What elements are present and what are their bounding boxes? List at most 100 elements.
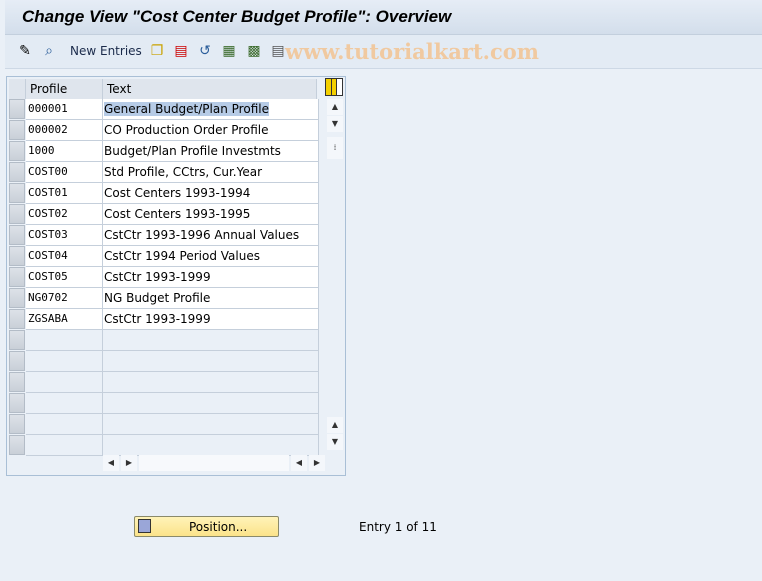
table-row[interactable]: COST04 CstCtr 1994 Period Values [9, 246, 319, 267]
empty-table-row[interactable] [9, 435, 319, 456]
text-cell[interactable] [103, 330, 319, 351]
row-selector[interactable] [9, 435, 25, 455]
text-cell[interactable]: CstCtr 1994 Period Values [103, 246, 319, 267]
row-selector[interactable] [9, 246, 25, 266]
display-change-icon[interactable]: ✎ [16, 42, 34, 60]
text-value: Cost Centers 1993-1994 [104, 186, 251, 200]
text-cell[interactable]: Budget/Plan Profile Investmts [103, 141, 319, 162]
position-icon [138, 519, 151, 533]
profile-cell[interactable]: COST02 [26, 204, 103, 225]
scroll-right-end-button[interactable]: ▶ [309, 455, 325, 471]
find-icon[interactable]: ⌕ [40, 42, 58, 60]
row-selector[interactable] [9, 330, 25, 350]
row-selector[interactable] [9, 414, 25, 434]
page-title: Change View "Cost Center Budget Profile"… [22, 7, 452, 26]
row-selector[interactable] [9, 351, 25, 371]
table-row[interactable]: COST02 Cost Centers 1993-1995 [9, 204, 319, 225]
empty-table-row[interactable] [9, 414, 319, 435]
profile-cell[interactable]: COST01 [26, 183, 103, 204]
text-cell[interactable]: CstCtr 1993-1999 [103, 309, 319, 330]
title-bar: Change View "Cost Center Budget Profile"… [5, 0, 762, 35]
table-row[interactable]: COST01 Cost Centers 1993-1994 [9, 183, 319, 204]
profile-cell[interactable]: 1000 [26, 141, 103, 162]
profile-cell[interactable] [26, 330, 103, 351]
profile-cell[interactable]: COST04 [26, 246, 103, 267]
profile-cell[interactable] [26, 435, 103, 456]
row-selector[interactable] [9, 309, 25, 329]
column-config-icon[interactable] [325, 78, 343, 96]
text-cell[interactable]: CO Production Order Profile [103, 120, 319, 141]
scroll-down-bottom-button[interactable]: ▼ [327, 434, 343, 450]
row-selector[interactable] [9, 141, 25, 161]
profile-cell[interactable] [26, 393, 103, 414]
profile-cell[interactable] [26, 414, 103, 435]
scroll-left-end-button[interactable]: ◀ [291, 455, 307, 471]
row-selector[interactable] [9, 120, 25, 140]
text-cell[interactable] [103, 393, 319, 414]
new-entries-button[interactable]: New Entries [70, 44, 142, 58]
text-value: Cost Centers 1993-1995 [104, 207, 251, 221]
text-cell[interactable] [103, 372, 319, 393]
select-all-cell[interactable] [9, 79, 26, 99]
profile-cell[interactable]: COST00 [26, 162, 103, 183]
text-cell[interactable] [103, 351, 319, 372]
profile-cell[interactable]: COST05 [26, 267, 103, 288]
position-button-label: Position... [189, 520, 248, 534]
profile-cell[interactable]: NG0702 [26, 288, 103, 309]
table-row[interactable]: 1000 Budget/Plan Profile Investmts [9, 141, 319, 162]
scroll-left-button[interactable]: ◀ [103, 455, 119, 471]
profile-cell[interactable]: 000002 [26, 120, 103, 141]
table-row[interactable]: COST03 CstCtr 1993-1996 Annual Values [9, 225, 319, 246]
text-cell[interactable]: CstCtr 1993-1999 [103, 267, 319, 288]
profile-cell[interactable] [26, 372, 103, 393]
profile-cell[interactable]: ZGSABA [26, 309, 103, 330]
text-cell[interactable]: NG Budget Profile [103, 288, 319, 309]
row-selector[interactable] [9, 225, 25, 245]
text-cell[interactable]: General Budget/Plan Profile [103, 99, 319, 120]
scroll-right-button[interactable]: ▶ [121, 455, 137, 471]
copy-icon[interactable]: ❐ [148, 42, 166, 60]
text-cell[interactable] [103, 414, 319, 435]
empty-table-row[interactable] [9, 351, 319, 372]
scroll-down-button[interactable]: ▼ [327, 116, 343, 132]
profile-cell[interactable]: COST03 [26, 225, 103, 246]
empty-table-row[interactable] [9, 372, 319, 393]
table-row[interactable]: 000001 General Budget/Plan Profile [9, 99, 319, 120]
delete-icon[interactable]: ▤ [172, 42, 190, 60]
vertical-scroll-thumb[interactable]: ⁞ [327, 137, 343, 159]
column-header-text[interactable]: Text [103, 79, 317, 99]
select-block-icon[interactable]: ▩ [245, 42, 263, 60]
row-selector[interactable] [9, 162, 25, 182]
table-row[interactable]: 000002 CO Production Order Profile [9, 120, 319, 141]
text-cell[interactable]: CstCtr 1993-1996 Annual Values [103, 225, 319, 246]
row-selector[interactable] [9, 99, 25, 119]
scroll-up-button[interactable]: ▲ [327, 99, 343, 115]
entry-counter: Entry 1 of 11 [359, 520, 437, 534]
table-row[interactable]: ZGSABA CstCtr 1993-1999 [9, 309, 319, 330]
row-selector[interactable] [9, 393, 25, 413]
column-header-profile[interactable]: Profile [26, 79, 103, 99]
text-cell[interactable]: Std Profile, CCtrs, Cur.Year [103, 162, 319, 183]
profile-cell[interactable] [26, 351, 103, 372]
row-selector[interactable] [9, 267, 25, 287]
table-row[interactable]: NG0702 NG Budget Profile [9, 288, 319, 309]
empty-table-row[interactable] [9, 330, 319, 351]
row-selector[interactable] [9, 372, 25, 392]
undo-icon[interactable]: ↺ [196, 42, 214, 60]
table-row[interactable]: COST00 Std Profile, CCtrs, Cur.Year [9, 162, 319, 183]
scroll-up-bottom-button[interactable]: ▲ [327, 417, 343, 433]
select-all-icon[interactable]: ▦ [220, 42, 238, 60]
text-cell[interactable]: Cost Centers 1993-1995 [103, 204, 319, 225]
text-cell[interactable]: Cost Centers 1993-1994 [103, 183, 319, 204]
horizontal-scrollbar[interactable] [139, 455, 289, 471]
profile-cell[interactable]: 000001 [26, 99, 103, 120]
text-value: CstCtr 1993-1999 [104, 270, 211, 284]
text-cell[interactable] [103, 435, 319, 456]
empty-table-row[interactable] [9, 393, 319, 414]
row-selector[interactable] [9, 204, 25, 224]
table-row[interactable]: COST05 CstCtr 1993-1999 [9, 267, 319, 288]
row-selector[interactable] [9, 288, 25, 308]
text-value: NG Budget Profile [104, 291, 211, 305]
row-selector[interactable] [9, 183, 25, 203]
position-button[interactable]: Position... [134, 516, 279, 537]
